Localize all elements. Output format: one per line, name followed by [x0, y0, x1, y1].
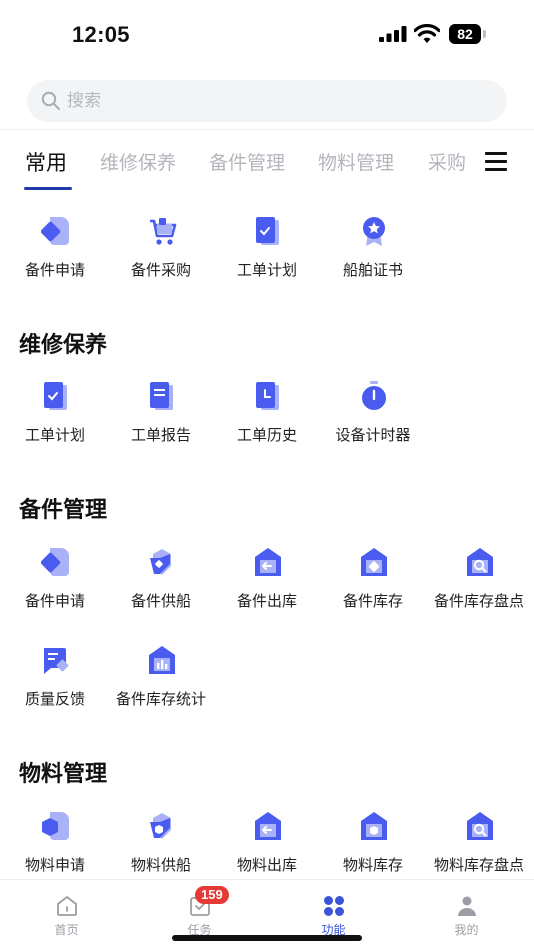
section-title-spare-parts: 备件管理	[19, 497, 108, 522]
grid-item-label: 备件库存统计	[115, 691, 206, 708]
grid-item-work-order-plan[interactable]: 工单计划	[214, 215, 320, 295]
tabbar-item-functions[interactable]: 功能	[267, 880, 400, 940]
apps-icon	[324, 896, 344, 916]
grid-item-material-inventory-check[interactable]: 物料库存盘点	[426, 810, 532, 890]
grid-item-work-order-report[interactable]: 工单报告	[108, 380, 214, 460]
grid-item-material-outbound[interactable]: 物料出库	[214, 810, 320, 890]
home-icon	[57, 896, 77, 916]
status-bar: 12:05 82	[0, 0, 534, 60]
divider	[0, 129, 534, 130]
search-icon	[41, 91, 60, 110]
battery-nub	[483, 30, 486, 38]
search-bar[interactable]	[27, 80, 507, 122]
material-stock-icon	[361, 812, 387, 840]
grid-item-label: 备件库存盘点	[433, 593, 524, 610]
tab-spare-parts[interactable]: 备件管理	[209, 148, 285, 175]
warehouse-stock-icon	[361, 548, 387, 576]
spare-part-supply-icon	[150, 549, 171, 575]
work-order-history-icon	[256, 382, 279, 410]
grid-item-material-stock[interactable]: 物料库存	[320, 810, 426, 890]
battery-indicator: 82	[449, 24, 481, 44]
task-count-badge: 159	[195, 886, 229, 904]
tabbar-item-home[interactable]: 首页	[0, 880, 133, 940]
grid-item-spare-part-purchase[interactable]: 备件采购	[108, 215, 214, 295]
warehouse-inventory-check-icon	[467, 548, 493, 576]
grid-item-label: 船舶证书	[342, 262, 403, 279]
wifi-icon	[414, 24, 440, 43]
warehouse-out-icon	[255, 548, 281, 576]
home-indicator	[172, 935, 362, 941]
tabbar-item-profile[interactable]: 我的	[400, 880, 533, 940]
work-order-plan-icon	[256, 217, 279, 245]
cellular-signal-icon	[379, 26, 407, 42]
shopping-cart-icon	[150, 218, 177, 245]
category-tabs: 常用 维修保养 备件管理 物料管理 采购	[0, 140, 534, 190]
quality-feedback-icon	[44, 648, 69, 674]
status-time: 12:05	[72, 22, 130, 47]
warehouse-inventory-check-icon	[467, 812, 493, 840]
grid-item-spare-part-stock[interactable]: 备件库存	[320, 546, 426, 626]
grid-item-work-order-history[interactable]: 工单历史	[214, 380, 320, 460]
grid-item-spare-part-outbound[interactable]: 备件出库	[214, 546, 320, 626]
work-order-plan-icon	[44, 382, 67, 410]
grid-item-ship-certificate[interactable]: 船舶证书	[320, 215, 426, 295]
grid-item-spare-part-request[interactable]: 备件申请	[2, 215, 108, 295]
grid-item-material-supply[interactable]: 物料供船	[108, 810, 214, 890]
timer-icon	[362, 381, 386, 410]
grid-item-spare-part-statistics[interactable]: 备件库存统计	[108, 644, 214, 724]
spare-part-request-icon	[41, 548, 69, 576]
grid-item-work-order-plan[interactable]: 工单计划	[2, 380, 108, 460]
search-input[interactable]	[67, 80, 487, 122]
grid-item-spare-part-inventory-check[interactable]: 备件库存盘点	[426, 546, 532, 626]
tab-maintenance[interactable]: 维修保养	[100, 148, 176, 175]
warehouse-statistics-icon	[149, 646, 175, 674]
spare-part-request-icon	[41, 217, 69, 245]
grid-item-equipment-timer[interactable]: 设备计时器	[320, 380, 426, 460]
tabbar-label: 首页	[54, 923, 79, 937]
active-tab-indicator	[24, 187, 72, 190]
warehouse-out-icon	[255, 812, 281, 840]
tab-common[interactable]: 常用	[25, 147, 67, 177]
grid-item-material-request[interactable]: 物料申请	[2, 810, 108, 890]
material-supply-icon	[150, 813, 171, 839]
tab-materials[interactable]: 物料管理	[318, 148, 394, 175]
tab-procurement[interactable]: 采购	[428, 148, 466, 175]
section-title-materials: 物料管理	[19, 761, 108, 786]
grid-item-label: 设备计时器	[335, 427, 411, 444]
menu-icon[interactable]	[485, 152, 507, 172]
profile-icon	[458, 896, 476, 916]
tabbar-label: 我的	[454, 923, 479, 937]
material-request-icon	[42, 812, 69, 840]
section-title-maintenance: 维修保养	[19, 332, 108, 357]
certificate-badge-icon	[363, 217, 385, 246]
work-order-report-icon	[150, 382, 173, 410]
grid-item-quality-feedback[interactable]: 质量反馈	[2, 644, 108, 724]
grid-item-spare-part-supply[interactable]: 备件供船	[108, 546, 214, 626]
grid-item-spare-part-request[interactable]: 备件申请	[2, 546, 108, 626]
grid-item-label: 物料库存盘点	[433, 857, 524, 874]
